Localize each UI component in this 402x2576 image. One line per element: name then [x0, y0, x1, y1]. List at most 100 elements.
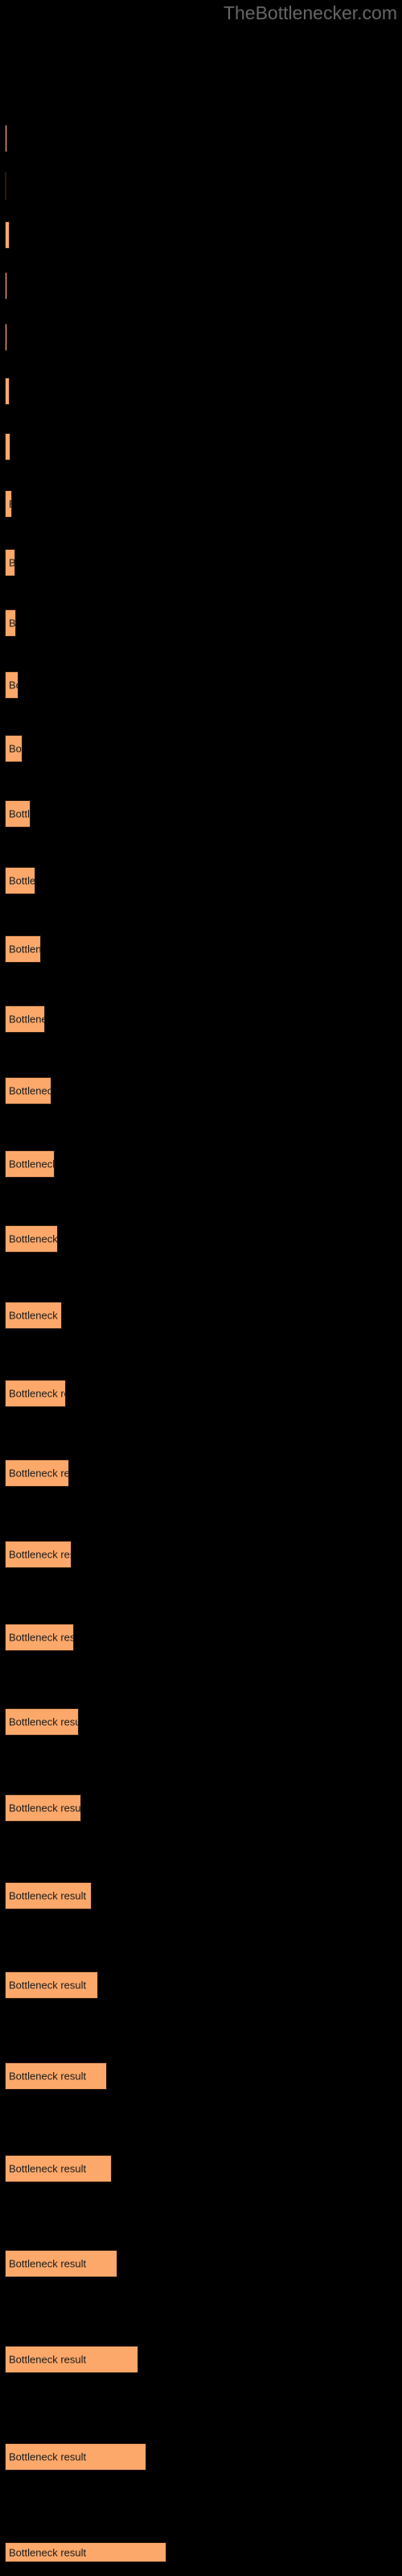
bar-row: Bottleneck result [0, 1459, 402, 1487]
bar-label: Bottleneck result [9, 556, 15, 569]
bar-label: Bottleneck result [9, 2353, 87, 2366]
bottleneck-bar-chart: Bottleneck result Bottleneck result Bottle… [0, 0, 402, 2576]
bar-bottleneck-result[interactable]: Bottleneck result [5, 1005, 45, 1033]
bar-bottleneck-result[interactable]: Bottleneck result [5, 1150, 55, 1178]
bar-row: Bottleneck result [0, 490, 402, 518]
bar-bottleneck-result[interactable]: Bottleneck result [5, 935, 41, 963]
bar-label: Bottleneck result [9, 1467, 68, 1480]
bar-bottleneck-result[interactable]: Bottleneck result [5, 1708, 79, 1736]
bar-row: Bottleneck result [0, 2155, 402, 2182]
bar-bottleneck-result[interactable]: Bottleneck result [5, 221, 10, 249]
bar-row: Bottleneck result [0, 2542, 402, 2562]
bar-label: Bottleneck result [9, 1013, 44, 1026]
bar-bottleneck-result[interactable]: Bottleneck result [5, 433, 10, 460]
bar-row: Bottleneck result [0, 2250, 402, 2277]
bar-bottleneck-result[interactable]: Bottleneck result [5, 1077, 51, 1104]
bar-row: Bottleneck result [0, 1380, 402, 1407]
bar-bottleneck-result[interactable]: Bottleneck result [5, 1225, 58, 1253]
bar-label: Bottleneck result [9, 1084, 51, 1097]
bar-bottleneck-result[interactable]: Bottleneck result [5, 2542, 166, 2562]
bar-label: Bottleneck result [9, 943, 41, 956]
bar-bottleneck-result[interactable]: Bottleneck result [5, 1624, 74, 1651]
bar-row: Bottleneck result [0, 221, 402, 249]
bar-label: Bottleneck result [9, 1158, 55, 1170]
bar-bottleneck-result[interactable]: Bottleneck result [5, 2155, 112, 2182]
bar-bottleneck-result[interactable]: Bottleneck result [5, 1380, 66, 1407]
bar-label: Bottleneck result [9, 441, 10, 453]
bar-row: Bottleneck result [0, 2443, 402, 2471]
bar-label: Bottleneck result [9, 2257, 87, 2270]
bar-label: Bottleneck result [9, 1232, 58, 1245]
bar-label: Bottleneck result [9, 1802, 81, 1814]
bar-row: Bottleneck result [0, 272, 402, 299]
bar-bottleneck-result[interactable]: Bottleneck result [5, 1302, 62, 1329]
bar-label: Bottleneck result [9, 2546, 87, 2558]
bar-row: Bottleneck result [0, 609, 402, 637]
bar-row: Bottleneck result [0, 1971, 402, 1999]
bar-bottleneck-result[interactable]: Bottleneck result [5, 378, 10, 405]
bar-label: Bottleneck result [9, 1387, 65, 1400]
bar-bottleneck-result[interactable]: Bottleneck result [5, 2346, 138, 2373]
bar-bottleneck-result[interactable]: Bottleneck result [5, 2062, 107, 2090]
bar-label: Bottleneck result [9, 1715, 79, 1728]
bar-bottleneck-result[interactable]: Bottleneck result [5, 1971, 98, 1999]
bar-bottleneck-result[interactable]: Bottleneck result [5, 867, 35, 894]
bar-bottleneck-result[interactable]: Bottleneck result [5, 272, 7, 299]
bar-row: Bottleneck result [0, 1225, 402, 1253]
bar-bottleneck-result[interactable]: Bottleneck result [5, 1541, 72, 1568]
bar-label: Bottleneck result [9, 2162, 87, 2175]
bar-bottleneck-result[interactable]: Bottleneck result [5, 671, 18, 699]
bar-row: Bottleneck result [0, 125, 402, 152]
bar-label: Bottleneck result [9, 386, 10, 398]
bar-row: Bottleneck result [0, 735, 402, 762]
bar-row: Bottleneck result [0, 433, 402, 460]
bar-bottleneck-result[interactable]: Bottleneck result [5, 324, 7, 351]
bar-bottleneck-result[interactable]: Bottleneck result [5, 800, 31, 828]
bar-row: Bottleneck result [0, 2346, 402, 2373]
bar-bottleneck-result[interactable]: Bottleneck result [5, 490, 12, 518]
bar-label: Bottleneck result [9, 617, 16, 630]
bar-bottleneck-result[interactable]: Bottleneck result [5, 549, 15, 576]
bar-row: Bottleneck result [0, 324, 402, 351]
bar-label: Bottleneck result [9, 1548, 71, 1561]
bar-label: Bottleneck result [9, 2070, 87, 2083]
bar-row: Bottleneck result [0, 1882, 402, 1909]
bar-label: Bottleneck result [9, 1631, 74, 1644]
bar-bottleneck-result[interactable]: Bottleneck result [5, 609, 16, 637]
bar-row: Bottleneck result [0, 549, 402, 576]
page-root: TheBottlenecker.com Bottleneck resultBot… [0, 0, 402, 2576]
bar-label: Bottleneck result [9, 1309, 61, 1322]
bar-bottleneck-result[interactable]: Bottleneck result [5, 2250, 117, 2277]
bar-bottleneck-result[interactable]: Bottleneck result [5, 2443, 146, 2471]
bar-row: Bottleneck result [0, 1005, 402, 1033]
bar-row: Bottleneck result [0, 1150, 402, 1178]
bar-row: Bottleneck result [0, 800, 402, 828]
bar-bottleneck-result[interactable]: Bottleneck result [5, 125, 7, 152]
bar-row: Bottleneck result [0, 378, 402, 405]
bar-row: Bottleneck result [0, 172, 402, 200]
bar-row: Bottleneck result [0, 1302, 402, 1329]
bar-label: Bottleneck result [9, 2450, 87, 2463]
bar-label: Bottleneck result [9, 874, 35, 887]
bar-bottleneck-result[interactable]: Bottleneck result [5, 735, 23, 762]
bar-row: Bottleneck result [0, 1077, 402, 1104]
bar-label: Bottleneck result [9, 1979, 87, 1992]
bar-row: Bottleneck result [0, 1541, 402, 1568]
bar-label: Bottleneck result [9, 679, 18, 691]
bar-label: Bottleneck result [9, 742, 22, 755]
bar-row: Bottleneck result [0, 671, 402, 699]
bar-row: Bottleneck result [0, 1794, 402, 1822]
bar-bottleneck-result[interactable]: Bottleneck result [5, 1459, 69, 1487]
bar-label: Bottleneck result [9, 498, 11, 510]
bar-row: Bottleneck result [0, 2062, 402, 2090]
bar-label: Bottleneck result [9, 807, 31, 820]
bar-bottleneck-result[interactable]: Bottleneck result [5, 1882, 92, 1909]
bar-row: Bottleneck result [0, 867, 402, 894]
bar-label: Bottleneck result [9, 229, 10, 242]
bar-bottleneck-result[interactable]: Bottleneck result [5, 1794, 81, 1822]
bar-row: Bottleneck result [0, 935, 402, 963]
bar-row: Bottleneck result [0, 1624, 402, 1651]
bar-label: Bottleneck result [9, 1889, 87, 1902]
bar-bottleneck-result[interactable]: Bottleneck result [5, 172, 6, 200]
bar-row: Bottleneck result [0, 1708, 402, 1736]
